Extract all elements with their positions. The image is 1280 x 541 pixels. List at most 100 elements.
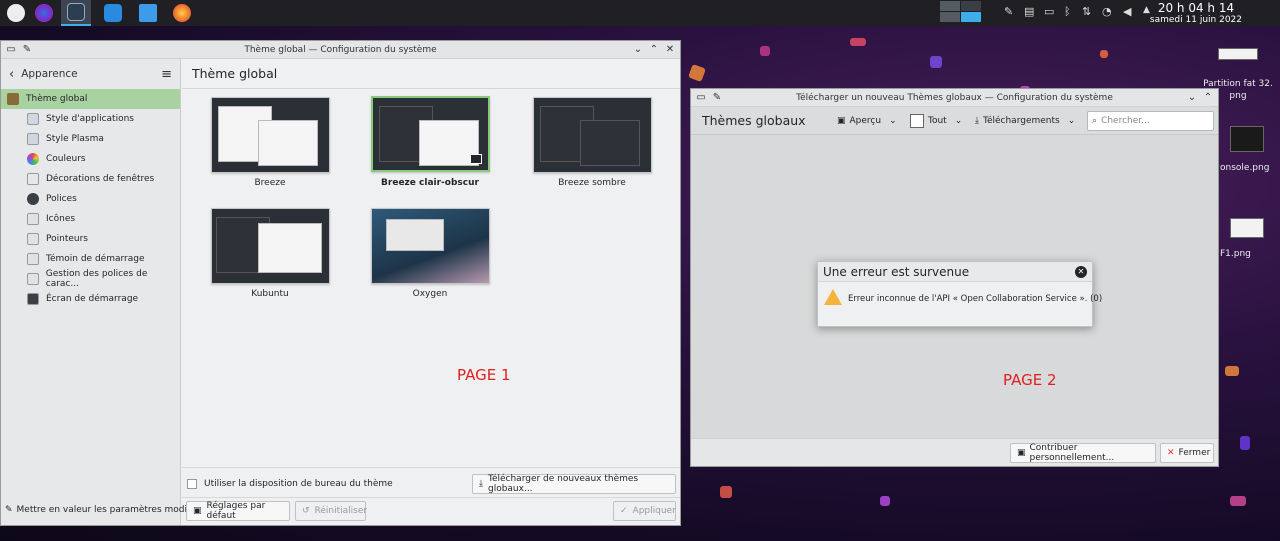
plasma-icon <box>27 133 39 145</box>
sidebar-item-app-style[interactable]: Style d'applications <box>1 109 180 129</box>
search-placeholder: Chercher... <box>1101 116 1150 126</box>
apply-button[interactable]: ✓ Appliquer <box>613 501 676 521</box>
pencil-icon: ✎ <box>5 505 13 515</box>
preview-dropdown[interactable]: ▣ Aperçu ⌄ <box>837 112 897 130</box>
button-label: Contribuer personnellement... <box>1029 443 1115 463</box>
page-1-annotation: PAGE 1 <box>457 366 511 384</box>
app-launcher-icon <box>7 4 25 22</box>
filter-dropdown[interactable]: Tout ⌄ <box>910 112 962 130</box>
taskbar: ✎ ▤ ▭ ᛒ ⇅ ◔ ◀ ▲ 20 h 04 h 14 samedi 11 j… <box>0 0 1280 26</box>
volume-icon[interactable]: ◀ <box>1123 5 1131 18</box>
button-label: Réinitialiser <box>314 506 368 516</box>
download-themes-window: ▭ ✎ Télécharger un nouveau Thèmes globau… <box>690 88 1219 467</box>
pager-desktop[interactable] <box>940 12 960 22</box>
sidebar-item-label: Style Plasma <box>46 134 104 144</box>
sidebar-item-label: Thème global <box>26 94 88 104</box>
firefox-button[interactable] <box>167 0 197 26</box>
file-thumbnail-icon <box>1230 218 1264 238</box>
sidebar-item-window-decorations[interactable]: Décorations de fenêtres <box>1 169 180 189</box>
sidebar-item-launch-feedback[interactable]: Témoin de démarrage <box>1 249 180 269</box>
divider <box>182 497 680 498</box>
theme-thumbnail-breeze-dark[interactable] <box>533 97 652 173</box>
defaults-button[interactable]: ▣ Réglages par défaut <box>186 501 290 521</box>
pin-icon[interactable]: ✎ <box>709 89 725 107</box>
minimize-icon[interactable]: ⌄ <box>1184 89 1200 107</box>
sidebar-item-fonts[interactable]: Polices <box>1 189 180 209</box>
close-icon[interactable]: ✕ <box>1075 266 1087 278</box>
back-label[interactable]: Apparence <box>21 68 77 80</box>
bg-shape <box>1225 366 1239 376</box>
sidebar-item-plasma-style[interactable]: Style Plasma <box>1 129 180 149</box>
sidebar-item-label: Gestion des polices de carac... <box>45 269 148 289</box>
button-label: Appliquer <box>632 506 676 516</box>
dolphin-button[interactable] <box>133 0 163 26</box>
close-button[interactable]: ✕ Fermer <box>1160 443 1214 463</box>
virtual-desktop-pager[interactable] <box>940 1 982 23</box>
pager-desktop[interactable] <box>961 1 981 11</box>
app-launcher-button[interactable] <box>1 0 31 26</box>
bg-shape <box>1100 50 1108 58</box>
desktop-file-konsole[interactable]: onsole.png <box>1220 126 1278 173</box>
sidebar-item-theme-global[interactable]: Thème global <box>1 89 180 109</box>
theme-settings-window: ▭ ✎ Thème global — Configuration du syst… <box>0 40 681 526</box>
close-icon[interactable]: ✕ <box>662 41 678 59</box>
bg-shape <box>1230 496 1246 506</box>
battery-icon[interactable]: ▭ <box>1044 5 1054 18</box>
window-titlebar[interactable]: ▭ ✎ Télécharger un nouveau Thèmes globau… <box>691 89 1218 107</box>
contribute-button[interactable]: ▣ Contribuer personnellement... <box>1010 443 1156 463</box>
reset-button[interactable]: ↺ Réinitialiser <box>295 501 368 521</box>
desktop-file-label: F1.png <box>1220 249 1251 259</box>
search-input[interactable]: ⌕ Chercher... <box>1087 111 1214 131</box>
checkbox-icon[interactable] <box>187 479 197 489</box>
defaults-icon: ▣ <box>193 506 202 516</box>
clock[interactable]: 20 h 04 h 14 samedi 11 juin 2022 <box>1150 1 1242 25</box>
pin-icon[interactable]: ✎ <box>19 41 35 59</box>
window-menu-icon[interactable]: ▭ <box>3 41 19 59</box>
sidebar-item-colors[interactable]: Couleurs <box>1 149 180 169</box>
sidebar-item-cursors[interactable]: Pointeurs <box>1 229 180 249</box>
downloads-dropdown[interactable]: ⤓ Téléchargements ⌄ <box>975 112 1075 130</box>
system-settings-button[interactable] <box>61 0 91 26</box>
sidebar-item-splash-screen[interactable]: Écran de démarrage <box>1 289 180 309</box>
theme-thumbnail-kubuntu[interactable] <box>211 208 330 284</box>
dropdown-label: Tout <box>928 116 947 126</box>
preview-icon[interactable] <box>470 154 482 164</box>
wifi-icon[interactable]: ◔ <box>1102 5 1112 18</box>
bluetooth-icon[interactable]: ᛒ <box>1064 5 1071 18</box>
pager-desktop-active[interactable] <box>961 12 981 22</box>
image-icon: ▣ <box>837 116 846 126</box>
discover-button[interactable] <box>98 0 128 26</box>
pager-desktop[interactable] <box>940 1 960 11</box>
firefox-icon <box>173 4 191 22</box>
firefox-dev-button[interactable] <box>29 0 59 26</box>
theme-label-selected: Breeze clair-obscur <box>381 178 479 188</box>
chevron-up-icon[interactable]: ▲ <box>1143 5 1150 15</box>
theme-thumbnail-breeze-twilight[interactable] <box>371 96 490 172</box>
network-icon[interactable]: ⇅ <box>1082 5 1091 18</box>
feather-icon[interactable]: ✎ <box>1004 5 1013 18</box>
sidebar-item-icons[interactable]: Icônes <box>1 209 180 229</box>
page-title: Thème global <box>182 59 680 89</box>
file-thumbnail-icon <box>1230 126 1264 152</box>
disk-icon[interactable]: ▤ <box>1024 5 1034 18</box>
download-themes-button[interactable]: ⤓ Télécharger de nouveaux thèmes globaux… <box>472 474 676 494</box>
button-label: Réglages par défaut <box>206 501 266 521</box>
window-menu-icon[interactable]: ▭ <box>693 89 709 107</box>
maximize-icon[interactable]: ⌃ <box>646 41 662 59</box>
back-arrow-icon[interactable]: ‹ <box>9 67 14 82</box>
minimize-icon[interactable]: ⌄ <box>630 41 646 59</box>
icons-icon <box>27 213 39 225</box>
theme-thumbnail-oxygen[interactable] <box>371 208 490 284</box>
sidebar-item-font-management[interactable]: Gestion des polices de carac... <box>1 269 180 289</box>
highlight-changed-settings[interactable]: ✎ Mettre en valeur les paramètres modifi… <box>5 505 198 515</box>
desktop-file-f1[interactable]: F1.png <box>1220 218 1278 259</box>
sidebar-header: ‹ Apparence ≡ <box>1 59 180 89</box>
highlight-changed-label: Mettre en valeur les paramètres modifié <box>16 505 199 515</box>
use-layout-checkbox[interactable]: Utiliser la disposition de bureau du thè… <box>187 479 393 489</box>
hamburger-menu-icon[interactable]: ≡ <box>161 67 172 82</box>
window-titlebar[interactable]: ▭ ✎ Thème global — Configuration du syst… <box>1 41 680 59</box>
theme-thumbnail-breeze[interactable] <box>211 97 330 173</box>
bg-shape <box>760 46 770 56</box>
maximize-icon[interactable]: ⌃ <box>1200 89 1216 107</box>
desktop-file-label: png <box>1229 91 1247 101</box>
